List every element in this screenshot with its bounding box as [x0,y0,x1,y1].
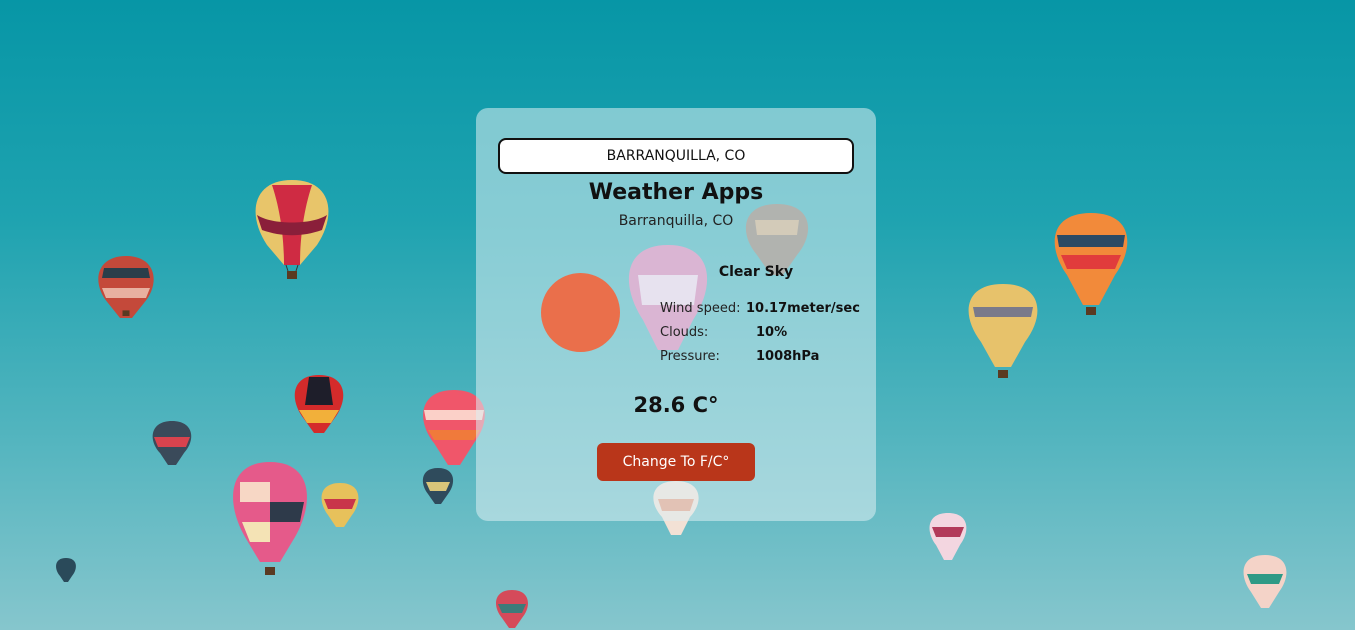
sun-icon [541,273,620,352]
stat-value: 1008hPa [756,348,820,364]
balloon-graphic [968,284,1038,378]
balloon-graphic [1243,555,1287,608]
location-label: Barranquilla, CO [618,213,734,229]
balloon-graphic [1054,213,1128,315]
balloon-graphic [98,256,154,318]
balloon-graphic [929,513,967,560]
app-title: Weather Apps [588,180,764,205]
stat-value: 10.17meter/sec [746,300,860,316]
balloon-graphic [233,462,307,575]
stat-row-pressure: Pressure: 1008hPa [660,344,860,368]
balloon-graphic [422,468,454,504]
stat-label: Pressure: [660,348,720,364]
balloon-graphic [56,558,76,582]
balloon-graphic [255,180,329,279]
balloon-graphic [496,590,528,628]
toggle-unit-button[interactable]: Change To F/C° [597,443,755,481]
weather-card: Weather Apps Barranquilla, CO Clear Sky … [476,108,876,521]
weather-stats: Wind speed: 10.17meter/sec Clouds: 10% P… [660,296,860,368]
balloon-graphic [294,375,344,433]
stat-row-clouds: Clouds: 10% [660,320,860,344]
temperature-reading: 28.6 C° [633,393,719,417]
stat-value: 10% [756,324,788,340]
balloon-graphic [152,421,192,465]
stat-label: Clouds: [660,324,709,340]
balloon-graphic [321,483,359,527]
city-search-input[interactable] [498,138,854,174]
stat-row-wind: Wind speed: 10.17meter/sec [660,296,860,320]
weather-app-page: Weather Apps Barranquilla, CO Clear Sky … [0,0,1355,630]
stat-label: Wind speed: [660,300,741,316]
weather-condition: Clear Sky [718,264,794,280]
